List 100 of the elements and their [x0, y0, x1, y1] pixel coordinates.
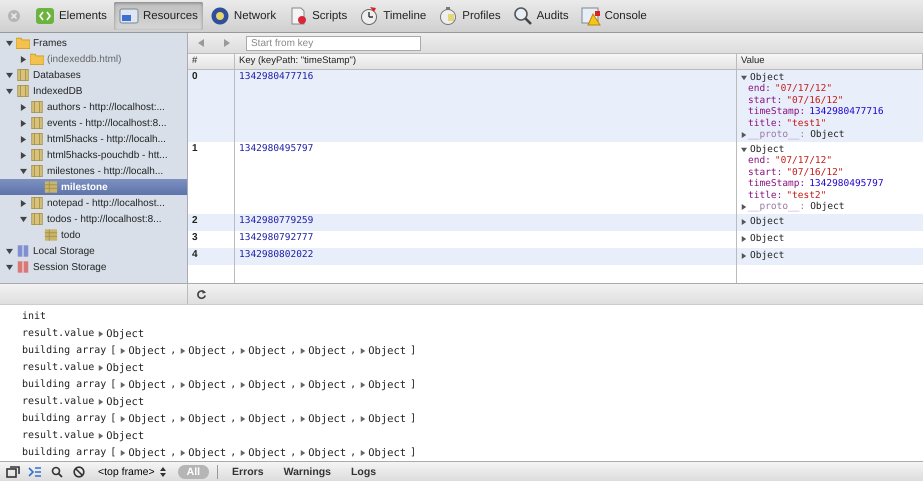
collapse-triangle-icon[interactable] — [741, 74, 747, 80]
expand-triangle-icon[interactable] — [20, 152, 27, 158]
panel-tab[interactable]: Resources — [114, 2, 203, 30]
tree-item[interactable]: Frames — [0, 35, 187, 51]
object-link[interactable]: Object — [188, 412, 226, 424]
column-header[interactable]: # — [188, 54, 235, 69]
expand-triangle-icon[interactable] — [98, 398, 104, 404]
collapse-triangle-icon[interactable] — [6, 72, 13, 78]
filter-button[interactable]: Errors — [226, 464, 270, 478]
expand-triangle-icon[interactable] — [180, 348, 186, 354]
expand-triangle-icon[interactable] — [98, 330, 104, 336]
expand-triangle-icon[interactable] — [360, 348, 366, 354]
object-link[interactable]: Object — [188, 446, 226, 458]
expand-triangle-icon[interactable] — [741, 218, 747, 224]
object-link[interactable]: Object — [106, 362, 144, 374]
expand-triangle-icon[interactable] — [120, 348, 126, 354]
expand-triangle-icon[interactable] — [300, 450, 306, 456]
expand-triangle-icon[interactable] — [120, 450, 126, 456]
object-label[interactable]: Object — [750, 250, 784, 261]
object-link[interactable]: Object — [248, 446, 286, 458]
expand-triangle-icon[interactable] — [180, 450, 186, 456]
object-link[interactable]: Object — [248, 412, 286, 424]
expand-triangle-icon[interactable] — [20, 104, 27, 110]
expand-triangle-icon[interactable] — [180, 382, 186, 388]
search-icon[interactable] — [50, 466, 64, 478]
panel-tab[interactable]: Audits — [508, 2, 574, 30]
expand-triangle-icon[interactable] — [120, 416, 126, 422]
object-link[interactable]: Object — [248, 344, 286, 356]
tree-item[interactable]: todos - http://localhost:8... — [0, 211, 187, 227]
expand-triangle-icon[interactable] — [741, 252, 747, 258]
expand-triangle-icon[interactable] — [741, 132, 747, 138]
expand-triangle-icon[interactable] — [300, 416, 306, 422]
tree-item[interactable]: authors - http://localhost:... — [0, 99, 187, 115]
object-link[interactable]: Object — [106, 396, 144, 408]
expand-triangle-icon[interactable] — [120, 382, 126, 388]
object-link[interactable]: Object — [368, 378, 406, 390]
object-link[interactable]: Object — [106, 328, 144, 340]
object-link[interactable]: Object — [308, 446, 346, 458]
object-link[interactable]: Object — [128, 446, 166, 458]
object-label[interactable]: Object — [750, 144, 784, 155]
object-link[interactable]: Object — [368, 344, 406, 356]
collapse-triangle-icon[interactable] — [20, 216, 27, 222]
expand-triangle-icon[interactable] — [240, 348, 246, 354]
panel-tab[interactable]: Timeline — [354, 2, 432, 30]
tree-item[interactable]: todo — [0, 227, 187, 243]
tree-item[interactable]: html5hacks - http://localh... — [0, 131, 187, 147]
tree-item[interactable]: events - http://localhost:8... — [0, 115, 187, 131]
filter-button[interactable]: Logs — [345, 464, 382, 478]
expand-triangle-icon[interactable] — [20, 56, 27, 62]
object-link[interactable]: Object — [188, 344, 226, 356]
expand-triangle-icon[interactable] — [20, 136, 27, 142]
expand-triangle-icon[interactable] — [360, 416, 366, 422]
expand-triangle-icon[interactable] — [98, 432, 104, 438]
object-link[interactable]: Object — [248, 378, 286, 390]
collapse-triangle-icon[interactable] — [6, 40, 13, 46]
expand-triangle-icon[interactable] — [98, 364, 104, 370]
object-link[interactable]: Object — [128, 412, 166, 424]
object-link[interactable]: Object — [128, 378, 166, 390]
object-link[interactable]: Object — [368, 412, 406, 424]
object-link[interactable]: Object — [308, 378, 346, 390]
object-link[interactable]: Object — [188, 378, 226, 390]
collapse-triangle-icon[interactable] — [20, 168, 27, 174]
expand-triangle-icon[interactable] — [360, 382, 366, 388]
collapse-triangle-icon[interactable] — [6, 88, 13, 94]
collapse-triangle-icon[interactable] — [6, 264, 13, 270]
tree-item[interactable]: html5hacks-pouchdb - htt... — [0, 147, 187, 163]
expand-triangle-icon[interactable] — [20, 120, 27, 126]
expand-triangle-icon[interactable] — [180, 416, 186, 422]
tree-item[interactable]: (indexeddb.html) — [0, 51, 187, 67]
object-link[interactable]: Object — [308, 412, 346, 424]
key-input-field[interactable]: Start from key — [246, 36, 421, 50]
tree-item[interactable]: notepad - http://localhost... — [0, 195, 187, 211]
tree-item[interactable]: IndexedDB — [0, 83, 187, 99]
tree-item[interactable]: milestone — [0, 179, 187, 195]
expand-triangle-icon[interactable] — [240, 382, 246, 388]
refresh-icon[interactable] — [196, 288, 207, 300]
object-link[interactable]: Object — [128, 344, 166, 356]
panel-tab[interactable]: Console — [576, 2, 652, 30]
expand-triangle-icon[interactable] — [360, 450, 366, 456]
expand-triangle-icon[interactable] — [240, 416, 246, 422]
object-link[interactable]: Object — [368, 446, 406, 458]
frame-select[interactable]: <top frame> — [94, 466, 170, 478]
object-link[interactable]: Object — [106, 430, 144, 442]
expand-triangle-icon[interactable] — [20, 200, 27, 206]
tree-item[interactable]: milestones - http://localh... — [0, 163, 187, 179]
console-prompt-icon[interactable] — [28, 466, 42, 478]
panel-tab[interactable]: Network — [204, 2, 282, 30]
object-label[interactable]: Object — [750, 233, 784, 244]
clear-icon[interactable] — [72, 466, 86, 478]
tree-item[interactable]: Local Storage — [0, 243, 187, 259]
object-label[interactable]: Object — [750, 72, 784, 83]
panel-tab[interactable]: Profiles — [433, 2, 506, 30]
dock-icon[interactable] — [6, 466, 20, 478]
expand-triangle-icon[interactable] — [300, 382, 306, 388]
panel-tab[interactable]: Elements — [30, 2, 112, 30]
panel-tab[interactable]: Scripts — [283, 2, 352, 30]
column-header[interactable]: Key (keyPath: "timeStamp") — [235, 54, 737, 69]
collapse-triangle-icon[interactable] — [741, 146, 747, 152]
expand-triangle-icon[interactable] — [741, 236, 747, 242]
filter-button[interactable]: Warnings — [278, 464, 338, 478]
